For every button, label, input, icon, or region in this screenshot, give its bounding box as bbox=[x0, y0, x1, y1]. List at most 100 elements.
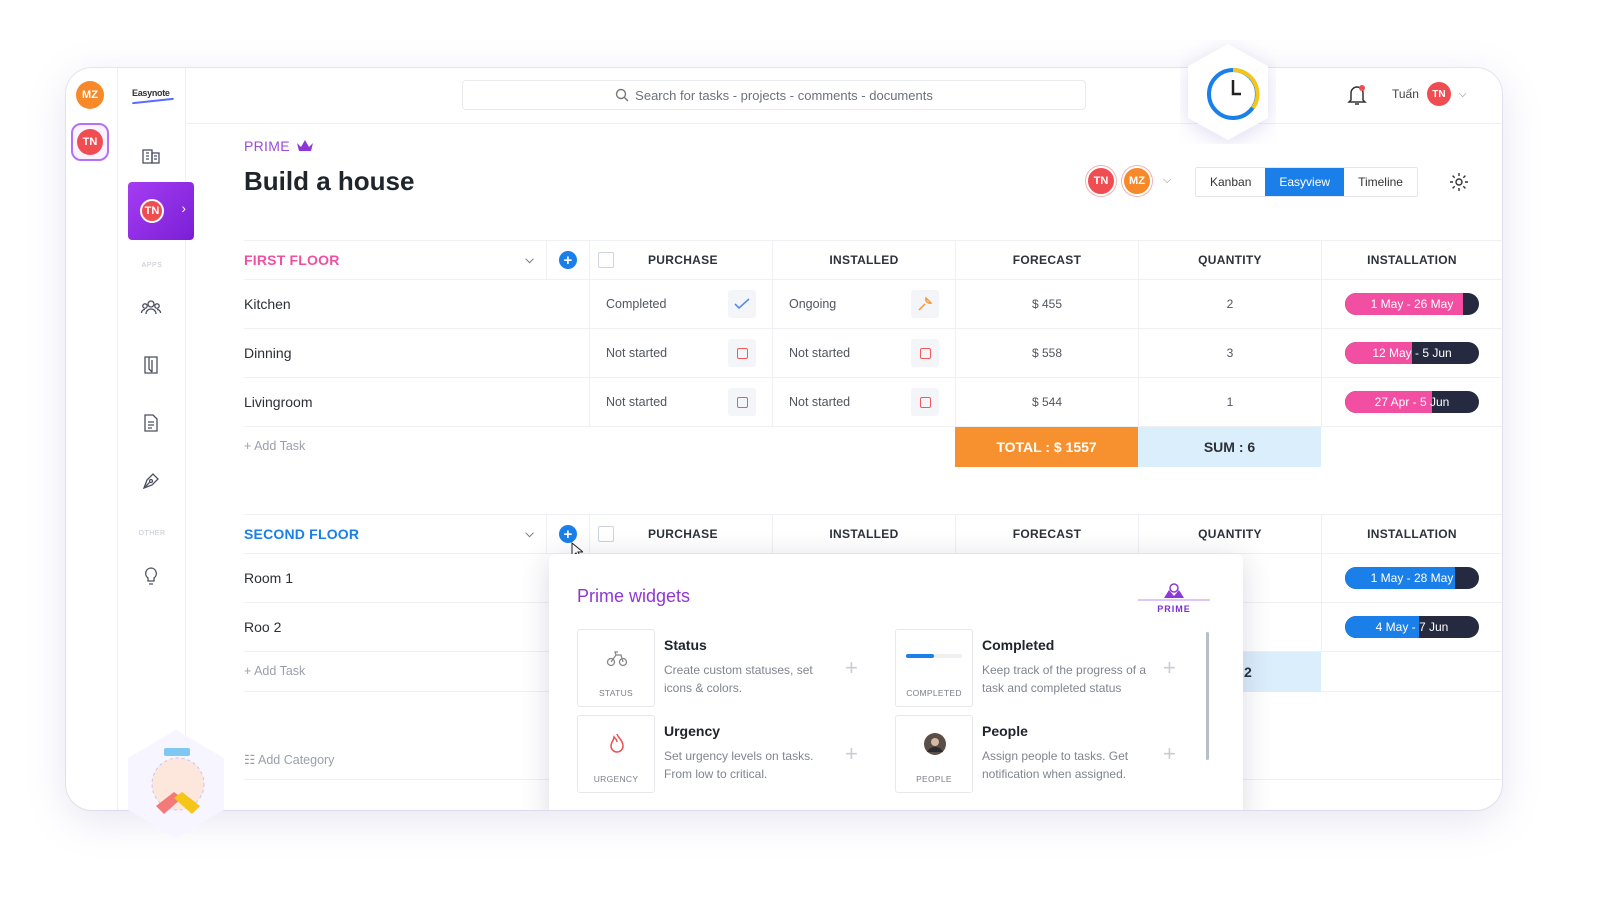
add-column-button[interactable]: + bbox=[559, 251, 577, 269]
document-icon[interactable] bbox=[138, 410, 164, 436]
add-widget-button[interactable]: + bbox=[845, 655, 858, 681]
date-range-bar[interactable]: 12 May - 5 Jun bbox=[1345, 342, 1479, 364]
widget-people[interactable]: PEOPLE People Assign people to tasks. Ge… bbox=[895, 715, 1195, 793]
installation-cell[interactable]: 12 May - 5 Jun bbox=[1321, 329, 1502, 377]
popup-scrollbar[interactable] bbox=[1206, 632, 1209, 760]
add-widget-button[interactable]: + bbox=[1163, 741, 1176, 767]
tab-kanban[interactable]: Kanban bbox=[1196, 168, 1265, 196]
member-avatar-mz[interactable]: MZ bbox=[1122, 166, 1152, 196]
quantity-cell[interactable]: 1 bbox=[1138, 378, 1321, 426]
installed-cell[interactable]: Not started bbox=[772, 329, 955, 377]
col-purchase: PURCHASE bbox=[589, 241, 772, 279]
notification-bell-icon[interactable] bbox=[1346, 83, 1368, 107]
prime-label: PRIME bbox=[244, 138, 314, 154]
widget-completed-tile[interactable]: COMPLETED bbox=[895, 629, 973, 707]
chevron-down-icon[interactable]: ⌵ bbox=[525, 528, 534, 541]
widget-status[interactable]: STATUS Status Create custom statuses, se… bbox=[577, 629, 877, 707]
chevron-down-icon[interactable]: ⌵ bbox=[525, 254, 534, 267]
installation-cell[interactable]: 27 Apr - 5 Jun bbox=[1321, 378, 1502, 426]
group-name[interactable]: FIRST FLOOR bbox=[244, 252, 340, 268]
add-widget-button[interactable]: + bbox=[1163, 655, 1176, 681]
app-logo[interactable]: Easynote bbox=[132, 88, 170, 98]
team-icon[interactable] bbox=[138, 294, 164, 320]
date-range-bar[interactable]: 27 Apr - 5 Jun bbox=[1345, 391, 1479, 413]
table-row[interactable]: Livingroom Not started Not started $ 544… bbox=[244, 378, 1502, 427]
installed-status: Not started bbox=[789, 395, 851, 409]
table-row[interactable]: Kitchen Completed Ongoing $ 455 2 1 May … bbox=[244, 280, 1502, 329]
installation-cell[interactable]: 1 May - 28 May bbox=[1321, 554, 1502, 602]
row-name[interactable]: Livingroom bbox=[244, 378, 546, 426]
purchase-cell[interactable]: Not started bbox=[589, 329, 772, 377]
forecast-cell[interactable]: $ 544 bbox=[955, 378, 1138, 426]
widget-completed[interactable]: COMPLETED Completed Keep track of the pr… bbox=[895, 629, 1195, 707]
wrench-icon[interactable] bbox=[911, 290, 939, 318]
checkmark-icon[interactable] bbox=[728, 290, 756, 318]
forecast-cell[interactable]: $ 558 bbox=[955, 329, 1138, 377]
user-avatar: TN bbox=[1426, 82, 1451, 106]
empty-checkbox-icon[interactable] bbox=[728, 388, 756, 416]
group-header-name-cell: FIRST FLOOR ⌵ bbox=[244, 241, 546, 279]
tab-timeline[interactable]: Timeline bbox=[1344, 168, 1417, 196]
purchase-cell[interactable]: Not started bbox=[589, 378, 772, 426]
date-range-bar[interactable]: 1 May - 28 May bbox=[1345, 567, 1479, 589]
date-range-bar[interactable]: 1 May - 26 May bbox=[1345, 293, 1479, 315]
group-name[interactable]: SECOND FLOOR bbox=[244, 526, 359, 542]
add-task-button[interactable]: + Add Task bbox=[244, 439, 305, 453]
widget-people-tile[interactable]: PEOPLE bbox=[895, 715, 973, 793]
installation-cell[interactable]: 1 May - 26 May bbox=[1321, 280, 1502, 328]
quantity-cell[interactable]: 2 bbox=[1138, 280, 1321, 328]
lightbulb-icon[interactable] bbox=[138, 563, 164, 589]
add-category-button[interactable]: ☷ Add Category bbox=[244, 752, 334, 767]
date-range-label: 4 May - 7 Jun bbox=[1375, 620, 1449, 634]
row-name[interactable]: Roo 2 bbox=[244, 603, 546, 651]
forecast-cell[interactable]: $ 455 bbox=[955, 280, 1138, 328]
col-quantity: QUANTITY bbox=[1138, 241, 1321, 279]
project-members[interactable]: TN MZ bbox=[1086, 166, 1152, 196]
workspace-avatar-selected[interactable]: TN bbox=[71, 123, 109, 161]
date-range-label: 1 May - 28 May bbox=[1370, 571, 1454, 585]
empty-checkbox-icon[interactable] bbox=[728, 339, 756, 367]
workspace-avatar-mz[interactable]: MZ bbox=[76, 81, 104, 109]
add-task-button[interactable]: + Add Task bbox=[244, 664, 305, 678]
column-icon[interactable] bbox=[598, 252, 614, 268]
tab-easyview[interactable]: Easyview bbox=[1265, 168, 1345, 196]
column-icon[interactable] bbox=[598, 526, 614, 542]
row-name[interactable]: Kitchen bbox=[244, 280, 546, 328]
member-avatar-tn[interactable]: TN bbox=[1086, 166, 1116, 196]
quantity-sum: SUM : 6 bbox=[1138, 427, 1321, 467]
group-first-floor: FIRST FLOOR ⌵ + PURCHASE INSTALLED FOREC… bbox=[244, 240, 1502, 467]
row-name[interactable]: Room 1 bbox=[244, 554, 546, 602]
group-header-name-cell: SECOND FLOOR ⌵ bbox=[244, 515, 546, 553]
quantity-cell[interactable]: 3 bbox=[1138, 329, 1321, 377]
crown-icon bbox=[296, 140, 313, 151]
gear-icon[interactable] bbox=[1448, 171, 1470, 193]
page-title: Build a house bbox=[244, 166, 415, 196]
search-input[interactable]: Search for tasks - projects - comments -… bbox=[462, 80, 1086, 110]
installation-cell[interactable]: 4 May - 7 Jun bbox=[1321, 603, 1502, 651]
user-name: Tuấn bbox=[1392, 87, 1419, 101]
empty-checkbox-icon[interactable] bbox=[911, 388, 939, 416]
widget-status-tile[interactable]: STATUS bbox=[577, 629, 655, 707]
table-row[interactable]: Dinning Not started Not started $ 558 3 … bbox=[244, 329, 1502, 378]
date-range-bar[interactable]: 4 May - 7 Jun bbox=[1345, 616, 1479, 638]
project-avatar: TN bbox=[140, 199, 164, 223]
group-header: SECOND FLOOR ⌵ + PURCHASE INSTALLED FORE… bbox=[244, 514, 1502, 554]
prime-widgets-popup: Prime widgets PRIME STATUS Status Create… bbox=[549, 554, 1243, 810]
empty-checkbox-icon[interactable] bbox=[911, 339, 939, 367]
purchase-cell[interactable]: Completed bbox=[589, 280, 772, 328]
add-column-button[interactable]: + bbox=[559, 525, 577, 543]
members-chevron-down-icon[interactable]: ⌵ bbox=[1163, 174, 1171, 187]
pen-icon[interactable] bbox=[138, 468, 164, 494]
widget-urgency[interactable]: URGENCY Urgency Set urgency levels on ta… bbox=[577, 715, 877, 793]
installed-cell[interactable]: Not started bbox=[772, 378, 955, 426]
building-icon[interactable] bbox=[138, 142, 164, 168]
widget-title: Completed bbox=[982, 637, 1055, 653]
installed-cell[interactable]: Ongoing bbox=[772, 280, 955, 328]
timer-badge[interactable] bbox=[1180, 40, 1276, 144]
row-name[interactable]: Dinning bbox=[244, 329, 546, 377]
widget-urgency-tile[interactable]: URGENCY bbox=[577, 715, 655, 793]
add-widget-button[interactable]: + bbox=[845, 741, 858, 767]
user-menu[interactable]: Tuấn TN ⌵ bbox=[1392, 82, 1467, 106]
book-icon[interactable] bbox=[138, 352, 164, 378]
current-project-button[interactable]: TN › bbox=[128, 182, 194, 240]
